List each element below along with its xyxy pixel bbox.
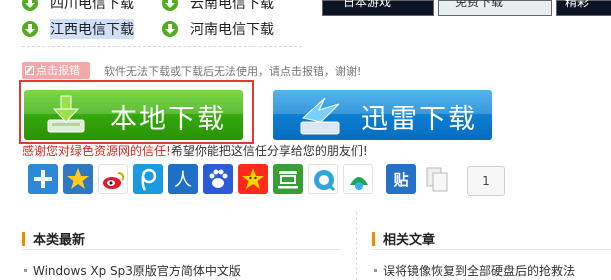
- download-icon: [162, 21, 178, 37]
- banner-text: 免费下载: [455, 0, 504, 9]
- thunder-bird-icon: [300, 97, 340, 135]
- section-divider: [356, 212, 357, 280]
- list-item[interactable]: 误将镜像恢复到全部硬盘后的抢救法: [374, 262, 575, 279]
- edit-icon: [25, 66, 34, 75]
- title-accent: [372, 231, 375, 246]
- tieba-label: 贴: [393, 171, 408, 189]
- baidu-paw-icon[interactable]: [203, 164, 233, 194]
- plus-icon[interactable]: [28, 164, 58, 194]
- article-link: 误将镜像恢复到全部硬盘后的抢救法: [383, 264, 576, 278]
- server-label: 河南电信下载: [190, 22, 274, 38]
- section-title-related: 相关文章: [372, 229, 435, 248]
- tieba-icon[interactable]: 贴: [386, 164, 416, 194]
- bullet: [24, 269, 27, 272]
- download-icon: [22, 21, 38, 37]
- kaixin-icon[interactable]: [238, 164, 268, 194]
- server-label: 四川电信下载: [50, 0, 134, 12]
- section-rule: [22, 249, 342, 250]
- report-error-button[interactable]: 点击报错: [22, 62, 90, 79]
- bullet: [374, 269, 377, 272]
- download-icon: [162, 0, 178, 11]
- weibo-icon[interactable]: [98, 164, 128, 194]
- share-hint-text: 希望你能把这信任分享给您的朋友们!: [170, 144, 368, 158]
- report-error-label: 点击报错: [36, 64, 80, 77]
- share-count: 1: [467, 166, 505, 196]
- banner-ad[interactable]: 免费下载: [438, 0, 552, 16]
- article-link: Windows Xp Sp3原版官方简体中文版: [33, 264, 241, 278]
- server-link-sichuan[interactable]: 四川电信下载: [22, 0, 134, 13]
- title-accent: [22, 231, 25, 246]
- banner-ad[interactable]: 精彩: [556, 0, 611, 16]
- renren-label: 人: [174, 170, 192, 191]
- list-item[interactable]: Windows Xp Sp3原版官方简体中文版: [24, 262, 241, 279]
- section-title-text: 相关文章: [383, 233, 436, 248]
- qq-space-icon[interactable]: [343, 164, 373, 194]
- server-link-henan[interactable]: 河南电信下载: [162, 19, 274, 39]
- banner-ad[interactable]: 日本游戏: [322, 0, 434, 16]
- server-link-jiangxi[interactable]: 江西电信下载: [22, 19, 134, 39]
- thanks-text: 感谢您对绿色资源网的信任!: [22, 144, 171, 158]
- server-label: 云南电信下载: [190, 0, 274, 12]
- tencent-weibo-icon[interactable]: [133, 164, 163, 194]
- server-label: 江西电信下载: [50, 19, 134, 39]
- douban-icon[interactable]: [273, 164, 303, 194]
- copy-icon[interactable]: [423, 164, 453, 194]
- banner-text: 精彩: [565, 0, 590, 9]
- thunder-download-label: 迅雷下载: [361, 104, 477, 135]
- banner-text: 日本游戏: [343, 0, 392, 9]
- section-title-text: 本类最新: [33, 233, 86, 248]
- section-rule: [372, 249, 611, 250]
- qzone-star-icon[interactable]: [63, 164, 93, 194]
- share-prompt: 感谢您对绿色资源网的信任!希望你能把这信任分享给您的朋友们!: [22, 142, 368, 159]
- divider: [22, 46, 302, 47]
- download-icon: [22, 0, 38, 11]
- report-tip: 软件无法下载或下载后无法使用，请点击报错，谢谢!: [104, 65, 362, 78]
- kuaibo-icon[interactable]: [308, 164, 338, 194]
- highlight-frame: [19, 80, 254, 144]
- renren-icon[interactable]: 人: [168, 164, 198, 194]
- section-title-latest: 本类最新: [22, 229, 85, 248]
- thunder-download-button[interactable]: 迅雷下载: [273, 90, 492, 140]
- server-link-yunnan[interactable]: 云南电信下载: [162, 0, 274, 13]
